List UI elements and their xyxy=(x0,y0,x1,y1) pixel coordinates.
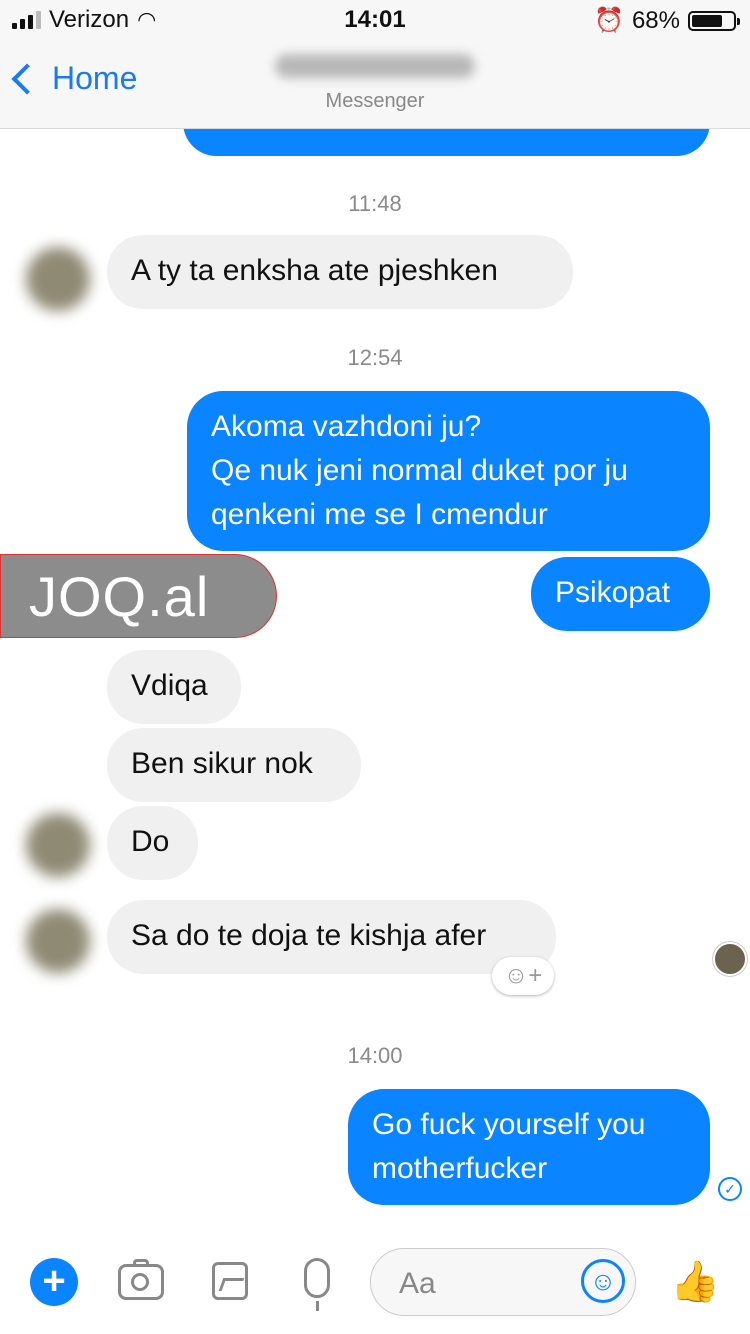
message-in[interactable]: Do xyxy=(107,806,198,880)
battery-percent: 68% xyxy=(631,6,680,34)
timestamp: 14:00 xyxy=(347,1043,403,1068)
plus-icon[interactable]: + xyxy=(30,1258,78,1306)
message-in[interactable]: Sa do te doja te kishja afer xyxy=(107,900,556,974)
contact-avatar[interactable] xyxy=(26,909,90,973)
alarm-icon: ⏰ xyxy=(594,7,624,34)
image-icon[interactable] xyxy=(212,1262,248,1300)
message-in[interactable]: A ty ta enksha ate pjeshken xyxy=(107,235,573,309)
message-input[interactable]: Aa ☺ xyxy=(370,1248,636,1316)
message-out[interactable]: Psikopat xyxy=(531,557,710,631)
battery-icon xyxy=(688,10,740,31)
microphone-icon[interactable] xyxy=(304,1258,330,1311)
status-right: ⏰ 68% xyxy=(594,6,740,35)
message-out-partial[interactable] xyxy=(183,129,710,156)
read-receipt-avatar xyxy=(713,942,747,976)
nav-subtitle: Messenger xyxy=(325,90,425,112)
like-thumbs-up-icon[interactable]: 👍 xyxy=(670,1258,720,1305)
message-out[interactable]: Akoma vazhdoni ju? Qe nuk jeni normal du… xyxy=(187,391,710,551)
composer-bar: + Aa ☺ 👍 xyxy=(0,1234,750,1334)
timestamp: 12:54 xyxy=(347,345,403,370)
nav-bar: Home Messenger xyxy=(0,42,750,129)
camera-icon[interactable] xyxy=(118,1259,164,1300)
message-in[interactable]: Ben sikur nok xyxy=(107,728,361,802)
message-out[interactable]: Go fuck yourself you motherfucker xyxy=(348,1089,710,1205)
delivered-check-icon: ✓ xyxy=(718,1177,742,1201)
timestamp: 11:48 xyxy=(348,191,402,216)
back-label: Home xyxy=(52,60,138,96)
contact-avatar[interactable] xyxy=(26,813,90,877)
contact-name-blurred xyxy=(275,54,475,78)
contact-avatar[interactable] xyxy=(26,247,90,311)
chat-area[interactable]: 11:48 A ty ta enksha ate pjeshken 12:54 … xyxy=(0,129,750,1234)
message-input-placeholder: Aa xyxy=(399,1267,436,1300)
watermark-logo: JOQ.al xyxy=(0,554,277,638)
add-reaction-button[interactable]: ☺+ xyxy=(492,957,554,995)
conversation-title[interactable]: Messenger xyxy=(250,48,500,113)
chevron-left-icon xyxy=(11,62,43,95)
status-bar: Verizon ◠ 14:01 ⏰ 68% xyxy=(0,0,750,42)
back-button[interactable]: Home xyxy=(11,60,138,97)
message-in[interactable]: Vdiqa xyxy=(107,650,241,724)
emoji-icon[interactable]: ☺ xyxy=(581,1259,625,1303)
